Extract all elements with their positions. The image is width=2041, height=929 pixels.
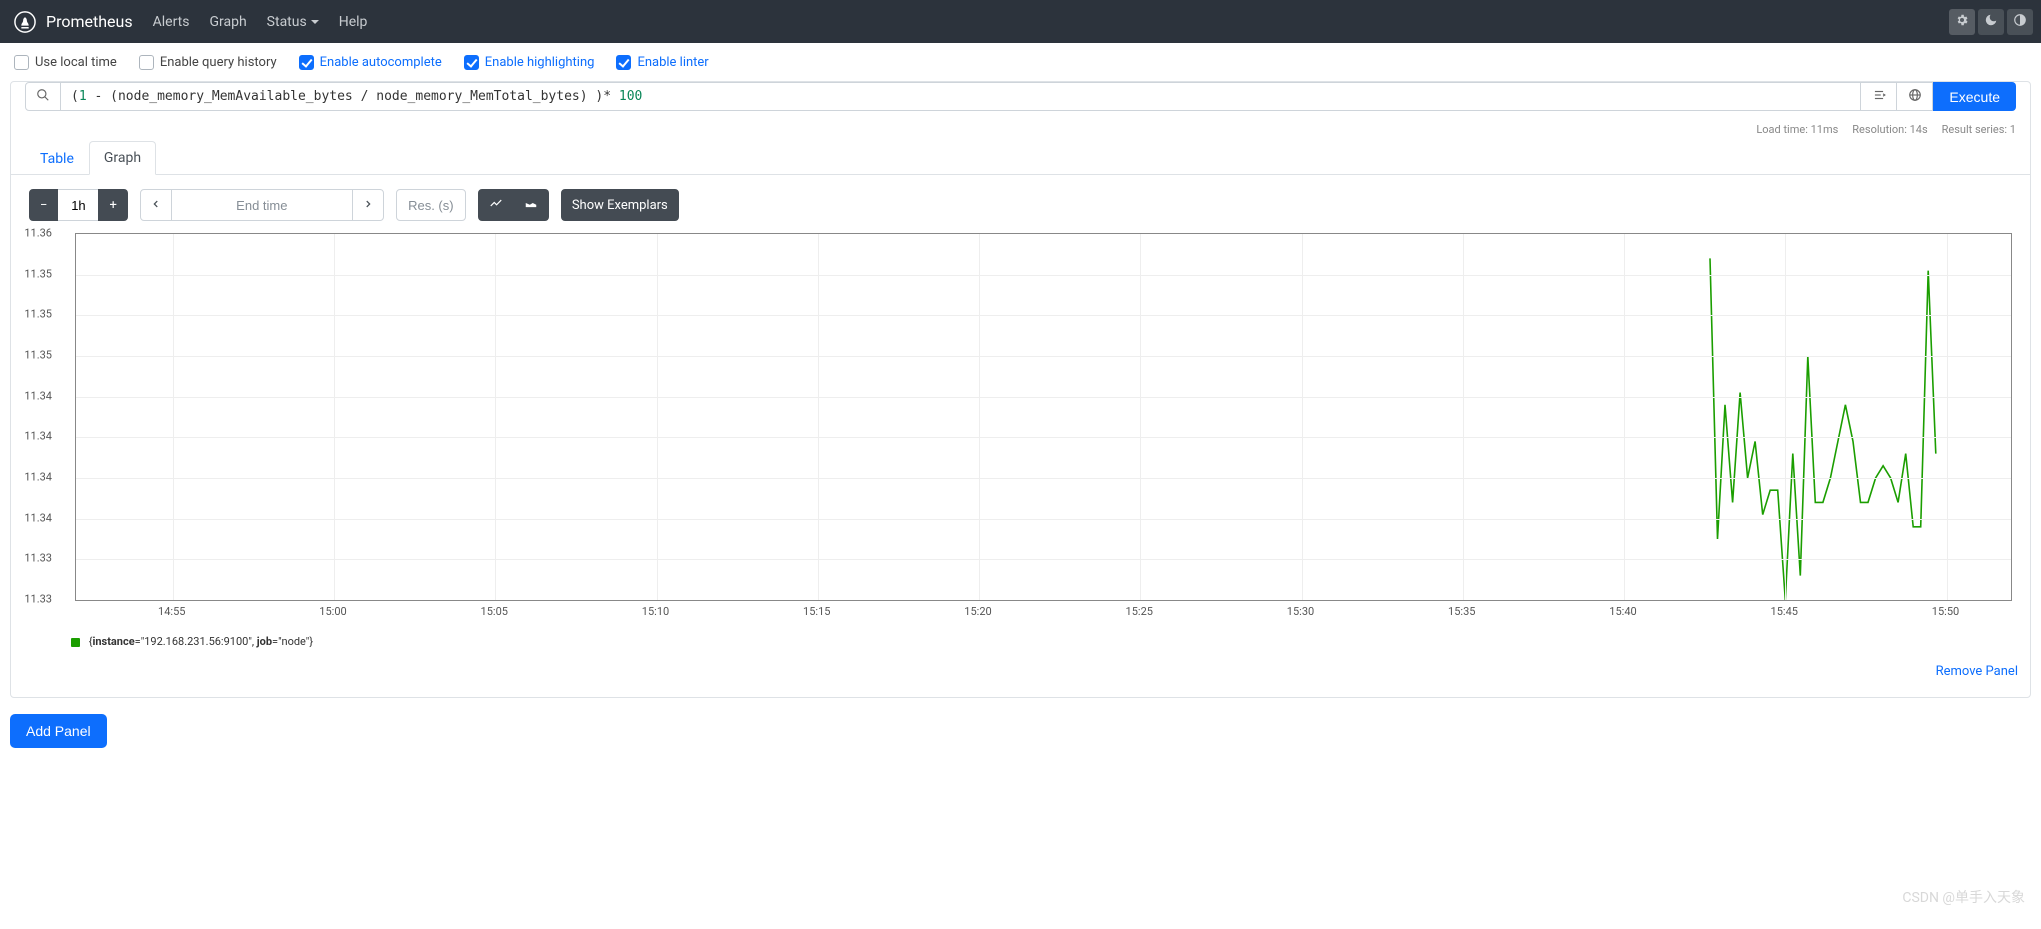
globe-icon bbox=[1908, 88, 1922, 106]
checkbox-icon[interactable] bbox=[14, 55, 29, 70]
stat-resolution: Resolution: 14s bbox=[1852, 123, 1927, 136]
navbar-right-buttons bbox=[1946, 9, 2033, 35]
checkbox-icon[interactable] bbox=[464, 55, 479, 70]
panel-footer: Remove Panel bbox=[11, 654, 2030, 679]
opt-local-time-label: Use local time bbox=[35, 55, 117, 70]
opt-linter-label: Enable linter bbox=[637, 55, 708, 70]
stat-load-time: Load time: 11ms bbox=[1756, 123, 1838, 136]
query-stats-row: Load time: 11ms Resolution: 14s Result s… bbox=[11, 123, 2030, 140]
watermark: CSDN @单手入天象 bbox=[1902, 887, 2025, 907]
opt-query-history-label: Enable query history bbox=[160, 55, 277, 70]
chart-type-control bbox=[478, 189, 549, 221]
chevron-left-icon bbox=[151, 198, 161, 213]
endtime-input[interactable] bbox=[172, 189, 352, 221]
expression-input[interactable]: (1 - (node_memory_MemAvailable_bytes / n… bbox=[61, 82, 1861, 111]
moon-icon bbox=[1984, 13, 1998, 31]
tab-graph[interactable]: Graph bbox=[89, 141, 156, 175]
linechart-icon bbox=[489, 196, 503, 214]
linechart-button[interactable] bbox=[478, 189, 514, 221]
show-exemplars-button[interactable]: Show Exemplars bbox=[561, 189, 679, 221]
brand[interactable]: Prometheus bbox=[14, 11, 133, 33]
opt-highlighting[interactable]: Enable highlighting bbox=[464, 55, 595, 70]
checkbox-icon[interactable] bbox=[299, 55, 314, 70]
chart-xaxis: 14:5515:0015:0515:1015:1515:2015:2515:30… bbox=[75, 601, 2012, 619]
format-expression-button[interactable] bbox=[1861, 82, 1897, 111]
legend-entry[interactable]: {instance="192.168.231.56:9100", job="no… bbox=[89, 635, 313, 648]
top-navbar: Prometheus Alerts Graph Status Help bbox=[0, 0, 2041, 43]
prometheus-logo-icon bbox=[14, 11, 36, 33]
tab-table[interactable]: Table bbox=[25, 142, 89, 175]
range-increase-button[interactable]: + bbox=[98, 189, 127, 221]
format-icon bbox=[1872, 88, 1886, 106]
add-panel-button[interactable]: Add Panel bbox=[10, 714, 107, 748]
stackedchart-button[interactable] bbox=[514, 189, 549, 221]
query-bar: (1 - (node_memory_MemAvailable_bytes / n… bbox=[11, 82, 2030, 123]
add-panel-row: Add Panel bbox=[0, 698, 2041, 764]
result-tabs: Table Graph bbox=[11, 140, 2030, 175]
checkbox-icon[interactable] bbox=[139, 55, 154, 70]
nav-help[interactable]: Help bbox=[339, 14, 368, 30]
opt-autocomplete[interactable]: Enable autocomplete bbox=[299, 55, 442, 70]
opt-query-history[interactable]: Enable query history bbox=[139, 55, 277, 70]
legend-swatch-icon bbox=[71, 638, 80, 647]
chart-plot[interactable] bbox=[75, 233, 2012, 601]
query-panel: (1 - (node_memory_MemAvailable_bytes / n… bbox=[10, 81, 2031, 698]
range-decrease-button[interactable]: − bbox=[29, 189, 58, 221]
stat-result-series: Result series: 1 bbox=[1942, 123, 2016, 136]
opt-autocomplete-label: Enable autocomplete bbox=[320, 55, 442, 70]
contrast-icon bbox=[2013, 13, 2027, 31]
endtime-prev-button[interactable] bbox=[140, 189, 172, 221]
search-icon bbox=[36, 88, 50, 106]
endtime-control bbox=[140, 189, 384, 221]
range-input[interactable] bbox=[58, 189, 98, 221]
opt-highlighting-label: Enable highlighting bbox=[485, 55, 595, 70]
query-options-row: Use local time Enable query history Enab… bbox=[0, 43, 2041, 81]
brand-text: Prometheus bbox=[46, 12, 133, 31]
nav-status-dropdown[interactable]: Status bbox=[267, 14, 319, 30]
nav-alerts[interactable]: Alerts bbox=[153, 14, 190, 30]
theme-toggle-button[interactable] bbox=[1978, 9, 2004, 35]
opt-local-time[interactable]: Use local time bbox=[14, 55, 117, 70]
resolution-input[interactable] bbox=[396, 189, 466, 221]
range-control: − + bbox=[29, 189, 128, 221]
nav-graph[interactable]: Graph bbox=[209, 14, 246, 30]
chart-legend: {instance="192.168.231.56:9100", job="no… bbox=[11, 625, 2030, 654]
checkbox-icon[interactable] bbox=[616, 55, 631, 70]
opt-linter[interactable]: Enable linter bbox=[616, 55, 708, 70]
endtime-next-button[interactable] bbox=[352, 189, 384, 221]
minus-icon: − bbox=[40, 198, 47, 213]
settings-button[interactable] bbox=[1949, 9, 1975, 35]
plus-icon: + bbox=[109, 198, 116, 213]
chart-yaxis: 11.3611.3511.3511.3511.3411.3411.3411.34… bbox=[11, 233, 56, 625]
graph-controls-row: − + Show Exemplars bbox=[11, 175, 2030, 233]
chevron-right-icon bbox=[363, 198, 373, 213]
metrics-explorer-button[interactable] bbox=[1897, 82, 1933, 111]
execute-button[interactable]: Execute bbox=[1933, 82, 2016, 111]
chart-area: 11.3611.3511.3511.3511.3411.3411.3411.34… bbox=[11, 233, 2030, 625]
contrast-toggle-button[interactable] bbox=[2007, 9, 2033, 35]
gear-icon bbox=[1955, 13, 1969, 31]
stackedchart-icon bbox=[524, 196, 538, 214]
nav-links: Alerts Graph Status Help bbox=[153, 14, 368, 30]
expression-search-icon-box[interactable] bbox=[25, 82, 61, 111]
remove-panel-link[interactable]: Remove Panel bbox=[1936, 664, 2018, 679]
